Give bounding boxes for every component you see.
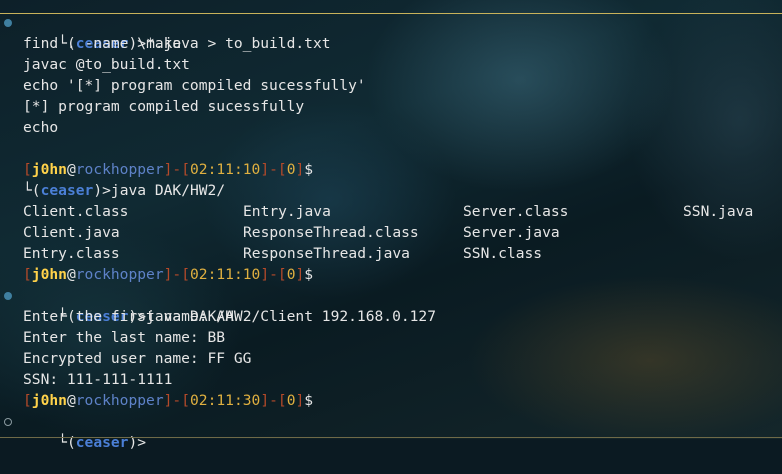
prompt-info-line: [j0hn@rockhopper]-[02:11:10]-[0]$: [0, 264, 782, 285]
prompt-host: rockhopper: [75, 392, 164, 409]
bracket-open: [: [23, 161, 32, 178]
prompt-info-line: [j0hn@rockhopper]-[02:11:10]-[0]$: [0, 159, 782, 180]
file-entry: Entry.class: [23, 245, 120, 262]
dash: -: [269, 392, 278, 409]
prompt-status: 0: [286, 392, 296, 409]
dash: -: [172, 266, 182, 283]
file-entry: SSN.class: [463, 245, 543, 262]
command-text: java DAK/HW2/: [110, 182, 226, 199]
bracket-open: [: [277, 392, 287, 409]
file-entry: SSN.java: [683, 203, 754, 220]
file-entry: Entry.java: [243, 203, 331, 220]
bracket-close: ]: [260, 266, 270, 283]
prompt-status-dot-icon: [4, 292, 12, 300]
prompt-time: 02:11:30: [190, 392, 261, 409]
file-entry: Server.class: [463, 203, 569, 220]
bracket-close: ]: [295, 161, 305, 178]
bracket-open: [: [23, 392, 32, 409]
prompt-time: 02:11:10: [190, 266, 261, 283]
listing-row: Client.class Entry.java Server.class SSN.ja…: [0, 201, 782, 222]
prompt-status-dot-icon: [4, 418, 12, 426]
prompt-paren-close: ): [93, 182, 103, 199]
file-entry: ResponseThread.java: [243, 245, 410, 262]
dash: -: [269, 266, 278, 283]
bracket-open: [: [181, 161, 191, 178]
bracket-close: ]: [295, 266, 305, 283]
terminal-bottom-border: [0, 437, 782, 438]
prompt-at: @: [66, 266, 76, 283]
prompt-paren-open: (: [31, 182, 41, 199]
prompt-status: 0: [286, 266, 296, 283]
output-line: echo '[*] program compiled sucessfully': [23, 77, 366, 94]
prompt-at: @: [66, 392, 76, 409]
terminal-line: └(ceaser)>make: [0, 12, 782, 52]
prompt-user: ceaser: [40, 182, 94, 199]
terminal-output[interactable]: └(ceaser)>make find . -name \*.java > to…: [0, 12, 782, 451]
bracket-close: ]: [260, 392, 270, 409]
prompt-tag-user: j0hn: [31, 266, 67, 283]
bracket-close: ]: [260, 161, 270, 178]
bracket-open: [: [181, 392, 191, 409]
listing-row: Client.java ResponseThread.class Server.ja…: [0, 222, 782, 243]
dash: -: [172, 392, 182, 409]
output-line: SSN: 111-111-1111: [23, 371, 173, 388]
prompt-host: rockhopper: [75, 161, 164, 178]
terminal-line: └(ceaser)>java DAK/HW2/: [0, 180, 782, 201]
prompt-dollar: $: [304, 266, 314, 283]
output-line: echo: [23, 119, 59, 136]
bracket-open: [: [277, 266, 287, 283]
prompt-info-line: [j0hn@rockhopper]-[02:11:30]-[0]$: [0, 390, 782, 411]
prompt-tag-user: j0hn: [31, 392, 67, 409]
output-line: Enter the last name: BB: [23, 329, 226, 346]
prompt-gt: >: [102, 182, 111, 199]
file-entry: Client.class: [23, 203, 129, 220]
prompt-status-dot-icon: [4, 19, 12, 27]
file-entry: Server.java: [463, 224, 560, 241]
output-line: find . -name \*.java > to_build.txt: [23, 35, 331, 52]
prompt-dollar: $: [304, 161, 314, 178]
output-line: Encrypted user name: FF GG: [23, 350, 252, 367]
file-entry: Client.java: [23, 224, 120, 241]
terminal-input-line[interactable]: └(ceaser)>: [0, 411, 782, 451]
output-line: [*] program compiled sucessfully: [23, 98, 305, 115]
prompt-dollar: $: [304, 392, 314, 409]
prompt-time: 02:11:10: [190, 161, 261, 178]
prompt-status: 0: [286, 161, 296, 178]
prompt-corner: └: [23, 182, 32, 199]
terminal-line: └(ceaser)>java DAK/HW2/Client 192.168.0.…: [0, 285, 782, 325]
file-entry: ResponseThread.class: [243, 224, 419, 241]
bracket-close: ]: [295, 392, 305, 409]
bracket-open: [: [181, 266, 191, 283]
listing-row: Entry.class ResponseThread.java SSN.class: [0, 243, 782, 264]
prompt-host: rockhopper: [75, 266, 164, 283]
dash: -: [172, 161, 182, 178]
bracket-open: [: [277, 161, 287, 178]
output-line: javac @to_build.txt: [23, 56, 190, 73]
prompt-at: @: [66, 161, 76, 178]
prompt-tag-user: j0hn: [31, 161, 67, 178]
bracket-open: [: [23, 266, 32, 283]
dash: -: [269, 161, 278, 178]
output-line: Enter the first name: AA: [23, 308, 234, 325]
